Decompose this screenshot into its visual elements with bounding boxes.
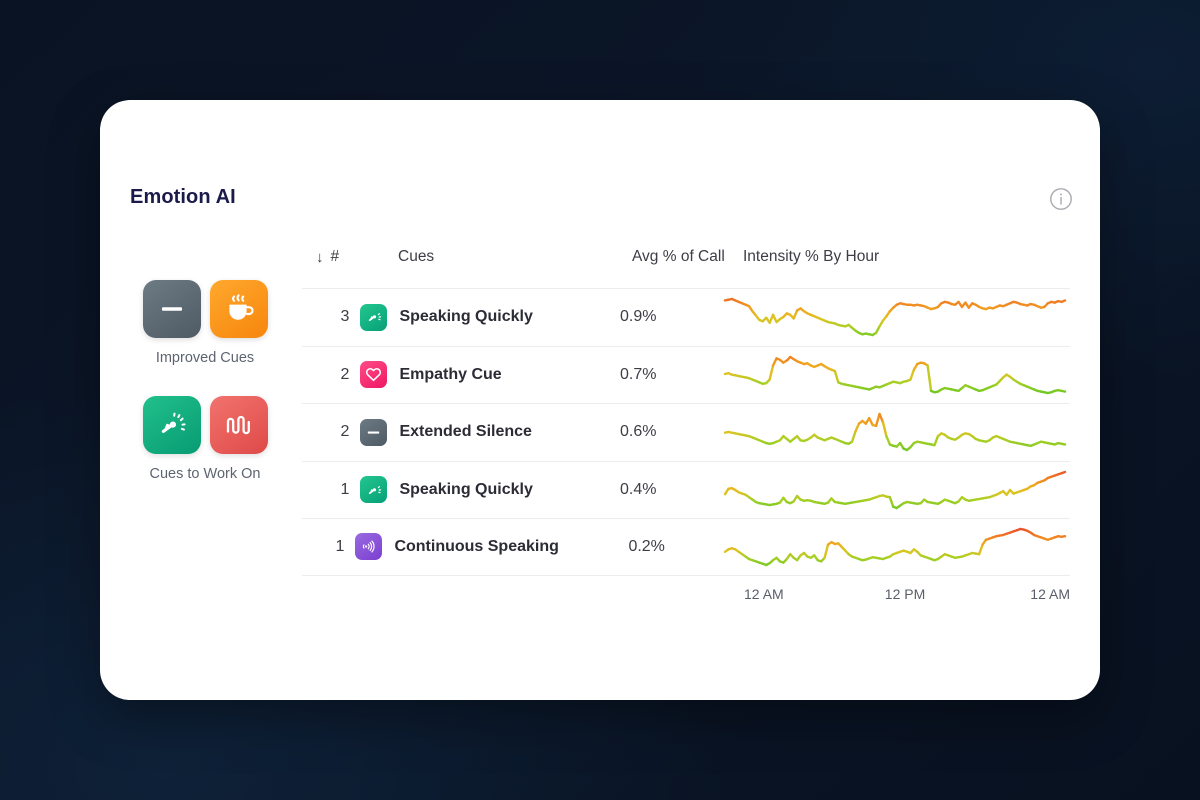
table-row[interactable]: 3 Speaking Quickly 0.9% [302, 288, 1070, 346]
cell-intensity-sparkline[interactable] [700, 293, 1070, 341]
emotion-ai-card: Emotion AI Improved Cues Cues to Work On… [100, 100, 1100, 700]
column-header-cues[interactable]: Cues [364, 248, 558, 266]
column-header-rank-label: # [330, 248, 340, 265]
cue-name-label: Continuous Speaking [394, 537, 559, 555]
column-header-rank[interactable]: ↓ # [302, 248, 364, 266]
cue-name-label: Speaking Quickly [399, 480, 533, 498]
cell-avg-percent: 0.9% [619, 308, 657, 326]
info-circle-icon[interactable] [1049, 187, 1073, 211]
cell-avg-percent: 0.2% [628, 537, 665, 555]
sparkline-x-axis: 12 AM 12 PM 12 AM [302, 586, 1070, 602]
table-row[interactable]: 1 Continuous Speaking 0.2% [302, 518, 1070, 576]
axis-label-end: 12 AM [1030, 585, 1070, 602]
cell-rank: 2 [340, 423, 350, 441]
cue-name-label: Empathy Cue [399, 365, 502, 383]
extended-silence-icon[interactable] [142, 280, 201, 338]
cue-name-label: Extended Silence [399, 423, 532, 441]
cell-intensity-sparkline[interactable] [700, 408, 1070, 456]
cell-rank: 1 [340, 480, 350, 498]
speedometer-icon[interactable] [142, 396, 201, 454]
improved-cues-label: Improved Cues [155, 350, 255, 366]
table-body: 3 Speaking Quickly 0.9% 2 Empathy Cue 0.7% 2 Ex… [302, 288, 1070, 576]
cell-avg-percent: 0.4% [619, 480, 657, 498]
column-header-avg-of-call[interactable]: Avg % of Call [558, 248, 725, 266]
coffee-cup-icon[interactable] [209, 280, 268, 338]
cell-rank: 1 [335, 537, 345, 555]
cell-avg-percent: 0.7% [619, 365, 657, 383]
cell-cue: Speaking Quickly [360, 476, 541, 504]
sort-descending-icon: ↓ [316, 248, 324, 266]
cue-summary-sidebar: Improved Cues Cues to Work On [130, 280, 280, 482]
cues-table: ↓ # Cues Avg % of Call Intensity % By Ho… [302, 232, 1070, 602]
cell-intensity-sparkline[interactable] [700, 466, 1070, 514]
improved-cues-tiles [130, 280, 280, 338]
cue-name-label: Speaking Quickly [399, 308, 533, 326]
sound-waves-icon [355, 533, 383, 561]
minus-icon [360, 418, 388, 446]
heart-icon [360, 361, 388, 389]
speedometer-icon [360, 303, 388, 331]
column-header-intensity-by-hour[interactable]: Intensity % By Hour [723, 248, 1070, 266]
cues-to-work-on-tiles [130, 396, 280, 454]
cell-cue: Extended Silence [360, 418, 541, 446]
waveform-icon[interactable] [209, 396, 268, 454]
cell-cue: Speaking Quickly [360, 303, 541, 331]
page-title: Emotion AI [130, 186, 236, 208]
axis-label-middle: 12 PM [884, 585, 926, 602]
table-row[interactable]: 2 Empathy Cue 0.7% [302, 345, 1070, 404]
table-row[interactable]: 2 Extended Silence 0.6% [302, 403, 1070, 461]
cell-cue: Continuous Speaking [355, 533, 559, 561]
cell-intensity-sparkline[interactable] [700, 523, 1070, 571]
cell-cue: Empathy Cue [360, 361, 541, 389]
cell-rank: 2 [340, 365, 350, 383]
cues-to-work-on-label: Cues to Work On [149, 466, 261, 482]
axis-label-start: 12 AM [744, 585, 784, 602]
cell-intensity-sparkline[interactable] [700, 351, 1070, 399]
speedometer-icon [360, 476, 388, 504]
cell-rank: 3 [340, 308, 350, 326]
table-row[interactable]: 1 Speaking Quickly 0.4% [302, 460, 1070, 519]
table-header-row: ↓ # Cues Avg % of Call Intensity % By Ho… [302, 232, 1070, 288]
cell-avg-percent: 0.6% [619, 423, 657, 441]
